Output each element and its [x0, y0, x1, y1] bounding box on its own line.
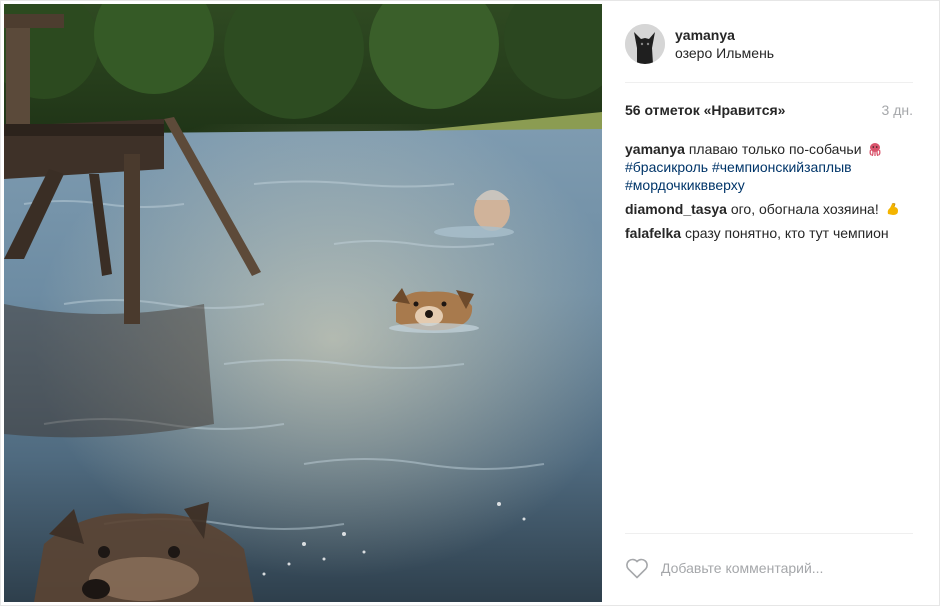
post-header: yamanya озеро Ильмень	[625, 22, 774, 66]
post-time: 3 дн.	[881, 102, 913, 118]
hashtag[interactable]: #мордочкиквверху	[625, 177, 745, 193]
swimming-dog	[389, 288, 479, 333]
heart-outline-icon[interactable]	[625, 557, 649, 579]
comment-text: ого, обогнала хозяина!	[730, 201, 879, 217]
comment: diamond_tasya ого, обогнала хозяина!	[625, 200, 913, 218]
post-card: yamanya озеро Ильмень 56 отметок «Нравит…	[0, 0, 940, 606]
avatar[interactable]	[625, 24, 665, 64]
comment: falafelka сразу понятно, кто тут чемпион	[625, 224, 913, 242]
add-comment-row	[625, 554, 913, 582]
dock-reflection	[4, 304, 214, 438]
divider	[625, 82, 913, 83]
post-location[interactable]: озеро Ильмень	[675, 44, 774, 62]
comment-text: плаваю только по-собачьи	[688, 141, 862, 157]
octopus-emoji	[869, 143, 881, 156]
hashtag[interactable]: #брасикроль	[625, 159, 708, 175]
comment-author[interactable]: diamond_tasya	[625, 201, 727, 217]
likes-row: 56 отметок «Нравится» 3 дн.	[625, 102, 913, 118]
likes-count[interactable]: 56 отметок «Нравится»	[625, 102, 785, 118]
post-sidebar: yamanya озеро Ильмень 56 отметок «Нравит…	[602, 4, 938, 602]
flexed-biceps-emoji	[887, 203, 898, 215]
hashtag[interactable]: #чемпионскийзаплыв	[712, 159, 852, 175]
post-author[interactable]: yamanya	[675, 26, 774, 44]
comment-author[interactable]: yamanya	[625, 141, 685, 157]
comment: yamanya плаваю только по-собачьи #брасик…	[625, 140, 913, 194]
comment-text: сразу понятно, кто тут чемпион	[684, 225, 889, 241]
comment-input[interactable]	[661, 560, 901, 576]
post-photo[interactable]	[4, 4, 602, 602]
divider	[625, 533, 913, 534]
comment-author[interactable]: falafelka	[625, 225, 681, 241]
comment-list: yamanya плаваю только по-собачьи #брасик…	[625, 140, 913, 248]
